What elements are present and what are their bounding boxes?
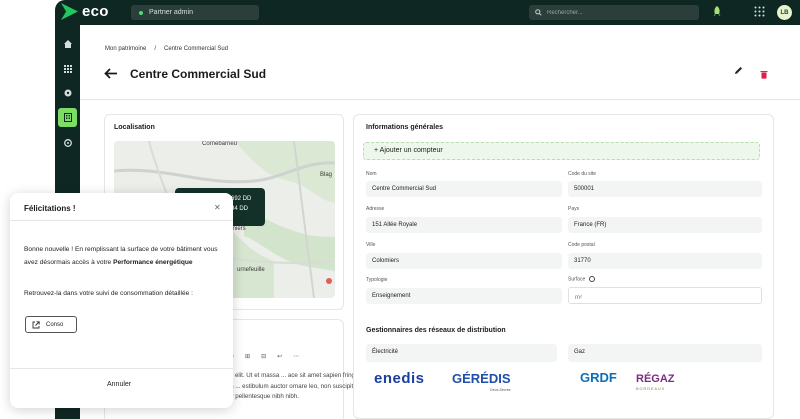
congrats-modal: Félicitations ! ✕ Bonne nouvelle ! En re… [10, 193, 233, 408]
gestionnaires-title: Gestionnaires des réseaux de distributio… [366, 327, 506, 334]
table-button[interactable]: ⊞ [245, 353, 250, 360]
back-arrow-icon[interactable] [104, 66, 118, 82]
map-label: miers [231, 226, 246, 232]
trash-icon [760, 71, 768, 79]
modal-body-highlight: Performance énergétique [113, 258, 193, 266]
field-label-pays: Pays [568, 206, 580, 212]
modal-divider [10, 220, 233, 221]
map-popup-line: 692 DD [231, 196, 252, 202]
apps-grid-icon[interactable] [754, 6, 765, 20]
logo[interactable]: eco [61, 3, 109, 20]
breadcrumb: Mon patrimoine / Centre Commercial Sud [105, 46, 228, 52]
partner-label: Partner admin [149, 9, 193, 16]
top-bar: eco Partner admin LB [55, 0, 800, 25]
settings-icon[interactable] [58, 133, 77, 152]
pencil-icon [735, 67, 742, 74]
breadcrumb-root[interactable]: Mon patrimoine [105, 46, 146, 52]
field-label-code-postal: Code postal [568, 242, 595, 248]
map-label: urnefeuille [237, 267, 265, 273]
geredis-logo: GÉRÉDIS Deux-Sèvres [452, 371, 511, 392]
field-label-ville: Ville [366, 242, 376, 248]
modal-title: Félicitations ! [24, 204, 76, 213]
field-nom[interactable]: Centre Commercial Sud [366, 181, 562, 197]
close-icon[interactable]: ✕ [214, 203, 221, 212]
search-input[interactable] [547, 9, 687, 16]
field-adresse[interactable]: 151 Allée Royale [366, 217, 562, 233]
field-label-code-site: Code du site [568, 171, 597, 177]
compass-icon[interactable] [58, 83, 77, 102]
dashboard-grid-icon[interactable] [58, 59, 77, 78]
avatar[interactable]: LB [777, 5, 792, 20]
map-label: Cornebarrieu [202, 141, 238, 147]
conso-link-button[interactable]: Conso [25, 316, 77, 333]
field-label-adresse: Adresse [366, 206, 385, 212]
breadcrumb-separator: / [154, 46, 157, 52]
field-ville[interactable]: Colomiers [366, 253, 562, 269]
page-title: Centre Commercial Sud [130, 67, 267, 81]
logo-text: eco [82, 3, 109, 20]
field-label-surface: Surface [568, 276, 586, 283]
grdf-logo: GRDF [580, 370, 617, 385]
modal-body: Bonne nouvelle ! En remplissant la surfa… [24, 244, 224, 269]
cancel-button[interactable]: Annuler [107, 381, 131, 388]
home-icon[interactable] [58, 34, 77, 53]
logo-mark-icon [61, 3, 78, 20]
external-link-icon [32, 320, 40, 328]
search-box[interactable] [529, 5, 699, 20]
help-icon[interactable] [589, 276, 596, 282]
field-code-postal[interactable]: 31770 [568, 253, 762, 269]
field-label-nom: Nom [366, 171, 377, 177]
undo-button[interactable]: ↩ [277, 353, 282, 360]
field-code-site[interactable]: 500001 [568, 181, 762, 197]
breadcrumb-current: Centre Commercial Sud [164, 46, 229, 52]
table-delete-button[interactable]: ⊟ [261, 353, 266, 360]
field-label-typologie: Typologie [366, 277, 388, 283]
regaz-logo: RÉGAZ BORDEAUX [636, 373, 675, 391]
building-icon[interactable] [58, 108, 77, 127]
header-divider [80, 99, 800, 100]
rocket-icon[interactable] [712, 6, 722, 20]
gaz-label: Gaz [568, 344, 762, 362]
conso-link-label: Conso [46, 321, 64, 328]
search-icon [535, 9, 542, 16]
map-label: Blag [320, 172, 333, 178]
field-label-surface-wrap: Surface [568, 276, 596, 283]
surface-input[interactable] [568, 287, 762, 304]
edit-button[interactable] [734, 66, 743, 77]
map-popup-line: 94 DD [231, 206, 249, 212]
more-button[interactable]: ⋯ [293, 353, 299, 360]
field-typologie[interactable]: Enseignement [366, 288, 562, 304]
info-title: Informations générales [366, 124, 444, 131]
modal-body-2: Retrouvez-la dans votre suivi de consomm… [24, 290, 193, 297]
partner-selector[interactable]: Partner admin [131, 5, 259, 20]
electricite-label: Électricité [366, 344, 557, 362]
info-card: Informations générales + Ajouter un comp… [353, 114, 774, 419]
modal-footer-divider [10, 368, 233, 369]
status-dot-icon [139, 10, 143, 15]
enedis-logo: enedis [374, 370, 425, 387]
field-pays[interactable]: France (FR) [568, 217, 762, 233]
add-meter-button[interactable]: + Ajouter un compteur [363, 142, 760, 160]
localisation-title: Localisation [114, 124, 155, 131]
delete-button[interactable] [760, 66, 769, 79]
